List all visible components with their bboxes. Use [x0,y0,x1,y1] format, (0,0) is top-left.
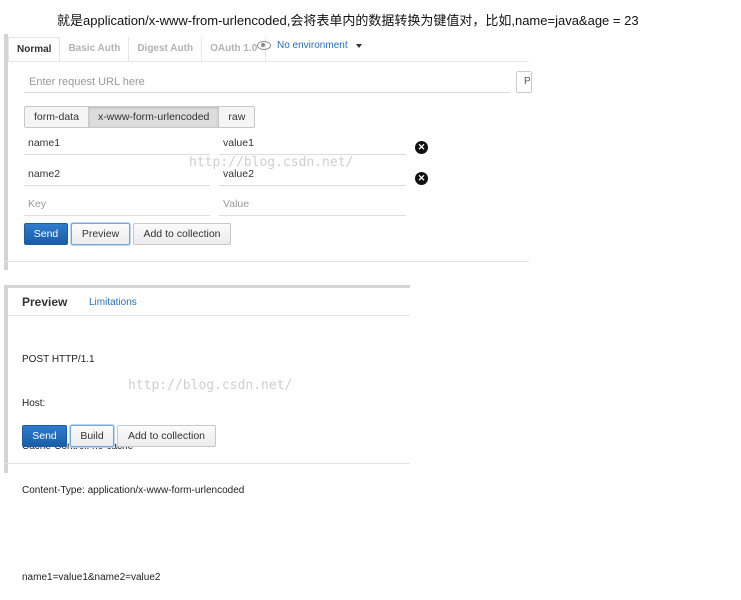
chevron-down-icon [355,43,362,48]
tab-digest-auth[interactable]: Digest Auth [129,37,203,61]
new-key-input[interactable]: Key [24,192,210,216]
request-url-input[interactable]: Enter request URL here [24,71,510,93]
preview-button[interactable]: Preview [71,223,130,245]
add-to-collection-button[interactable]: Add to collection [133,223,231,245]
caption-text: 就是application/x-www-from-urlencoded,会将表单… [57,13,639,28]
param-key-input[interactable]: name2 [24,162,210,186]
build-button[interactable]: Build [70,425,114,447]
environment-label: No environment [277,40,348,51]
send-button[interactable]: Send [24,223,68,245]
tab-basic-auth[interactable]: Basic Auth [60,37,130,61]
preview-send-button[interactable]: Send [22,425,67,447]
preview-request-text: POST HTTP/1.1 Host: Cache-Control: no-ca… [22,324,244,600]
preview-panel-top-border [4,285,410,288]
tabs-divider [8,61,529,62]
preview-add-to-collection-button[interactable]: Add to collection [117,425,216,447]
preview-line: name1=value1&name2=value2 [22,571,161,583]
preview-line: POST HTTP/1.1 [22,354,95,365]
tab-normal[interactable]: Normal [8,36,61,62]
preview-panel-left-border [4,285,8,473]
preview-line [22,527,244,542]
panel-bottom-border [4,261,529,262]
environment-selector[interactable]: No environment [257,40,362,51]
auth-tabs: Normal Basic Auth Digest Auth OAuth 1.0 [8,36,267,62]
param-value-input[interactable]: value1 [219,131,406,155]
watermark-text: http://blog.csdn.net/ [128,378,293,393]
new-value-input[interactable]: Value [219,192,406,216]
preview-title: Preview [22,295,68,309]
params-button[interactable]: Params [516,71,532,93]
preview-divider [8,315,410,316]
panel-left-border [4,34,8,270]
body-mode-selector: form-data x-www-form-urlencoded raw [24,106,256,128]
eye-icon[interactable] [257,41,271,50]
preview-line: Host: [22,397,46,409]
delete-row-icon[interactable]: ✕ [415,172,428,185]
param-key-input[interactable]: name1 [24,131,210,155]
form-data-button[interactable]: form-data [24,106,89,128]
limitations-link[interactable]: Limitations [89,297,137,308]
delete-row-icon[interactable]: ✕ [415,141,428,154]
preview-line: Content-Type: application/x-www-form-url… [22,484,245,496]
raw-button[interactable]: raw [218,106,256,128]
watermark-text: http://blog.csdn.net/ [189,155,354,170]
urlencoded-button[interactable]: x-www-form-urlencoded [87,106,220,128]
